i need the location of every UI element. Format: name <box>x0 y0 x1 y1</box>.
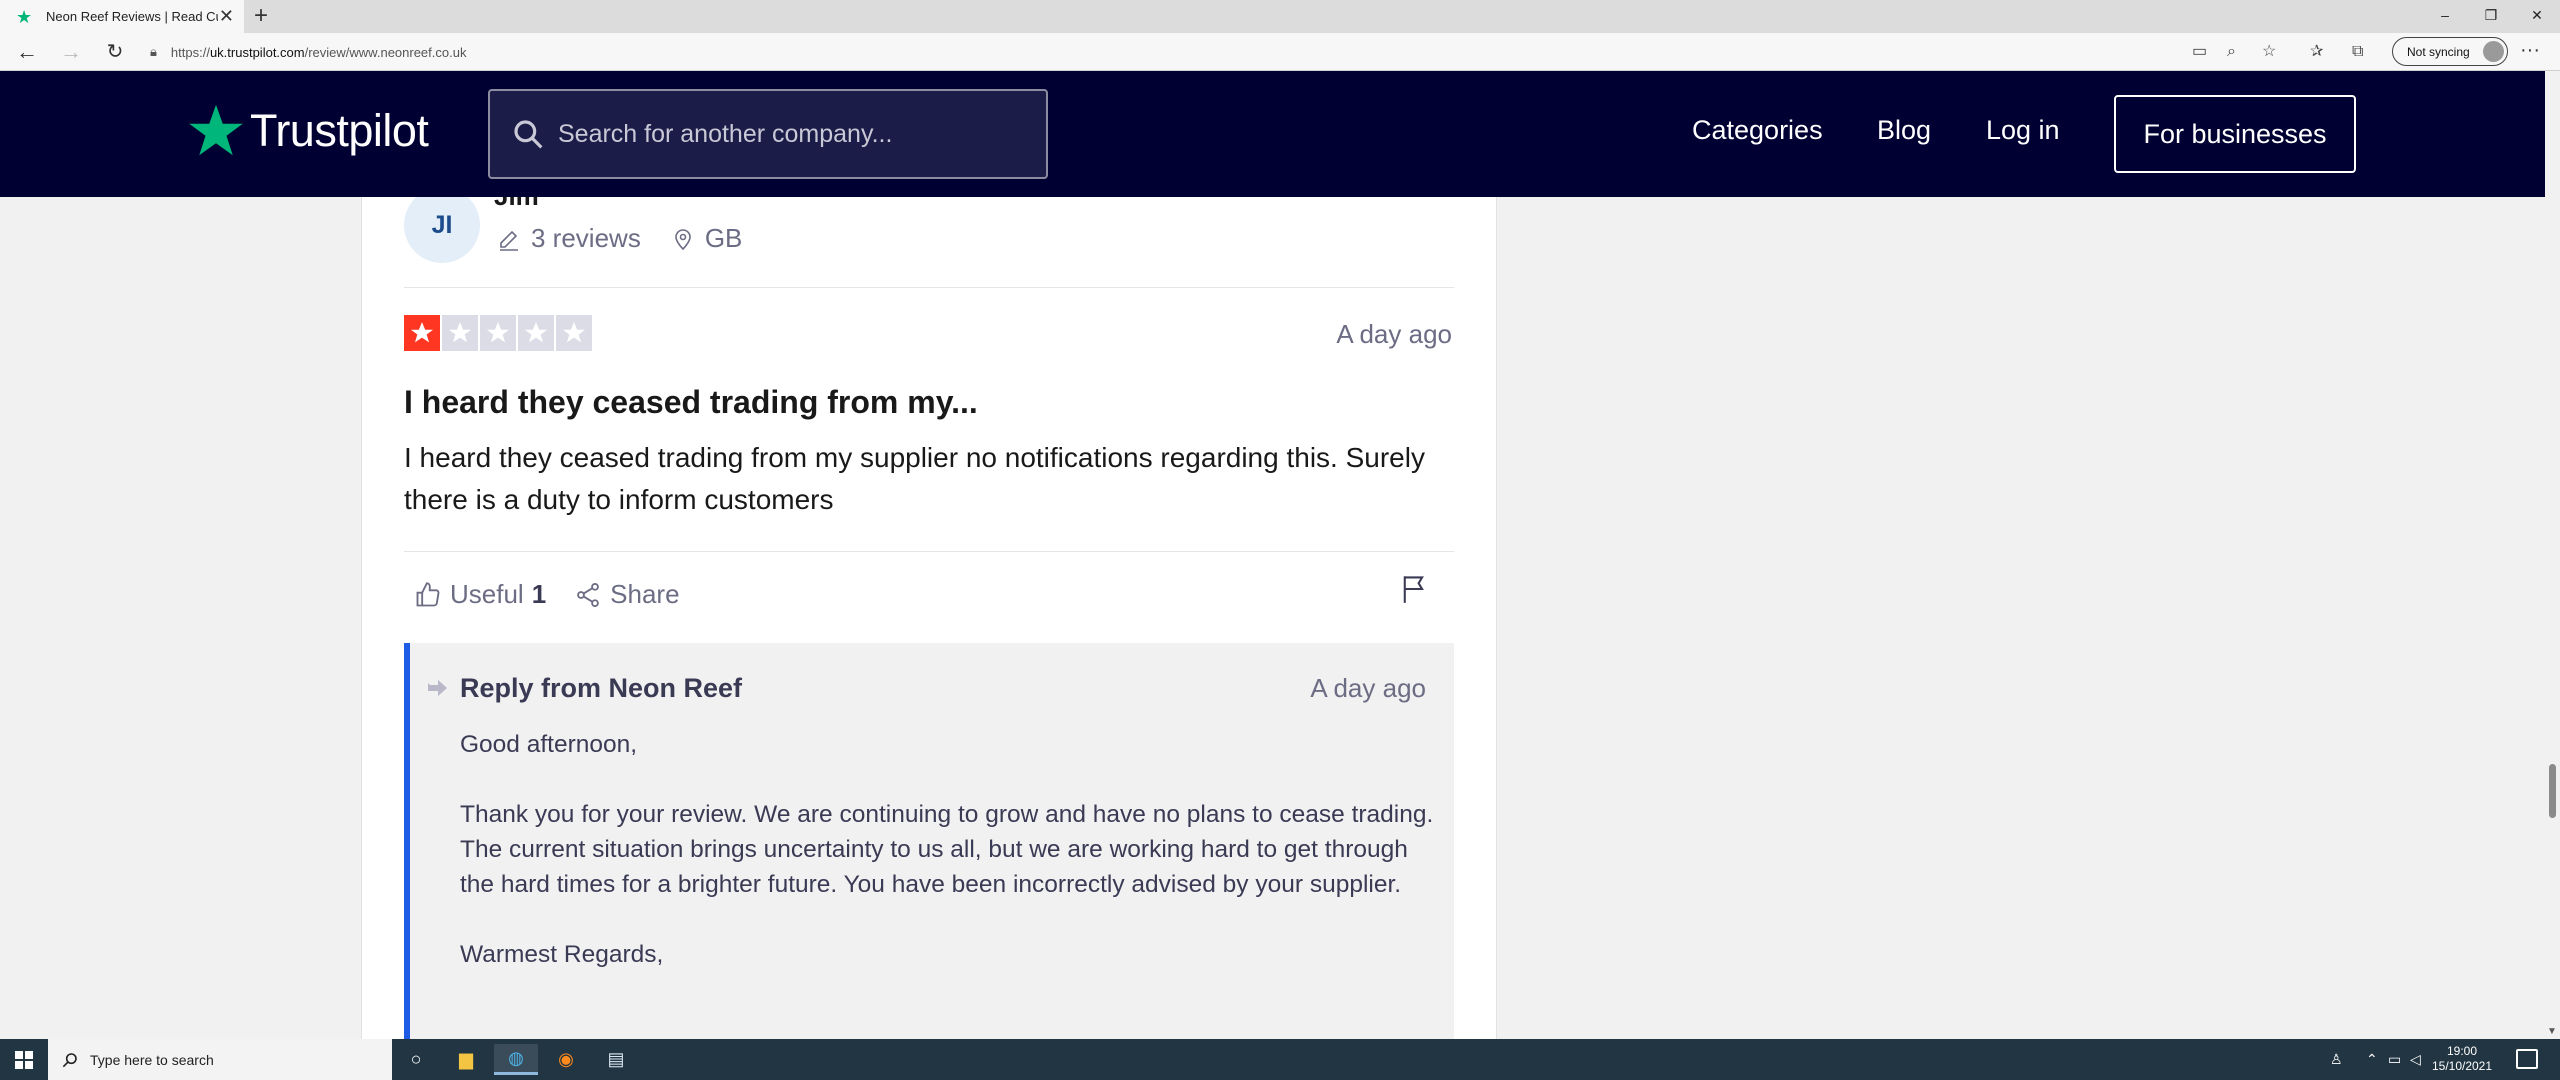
trustpilot-star-icon <box>189 104 243 156</box>
lock-icon: 🔒︎ <box>150 44 157 59</box>
useful-count: 1 <box>531 579 547 609</box>
empty-star-icon <box>442 315 478 351</box>
collections-icon[interactable]: ⧉ <box>2352 42 2363 62</box>
review-actions: Useful 1 Share <box>414 579 708 610</box>
taskbar-clock[interactable]: 19:00 15/10/2021 <box>2420 1044 2504 1074</box>
location-pin-icon <box>675 228 691 250</box>
tray-people-icon[interactable]: ♙ <box>2330 1039 2343 1080</box>
browser-toolbar: ← → ↻ 🔒︎ https://uk.trustpilot.com/revie… <box>0 33 2560 71</box>
reply-body: Good afternoon, Thank you for your revie… <box>460 731 1434 968</box>
profile-avatar <box>2483 41 2504 62</box>
cortana-icon[interactable]: ○ <box>394 1044 438 1075</box>
search-icon <box>514 120 543 149</box>
edge-browser-icon[interactable]: ◍ <box>494 1044 538 1075</box>
sync-label: Not syncing <box>2407 44 2470 59</box>
empty-star-icon <box>556 315 592 351</box>
browser-tab[interactable]: ★ Neon Reef Reviews | Read Customer Serv… <box>0 0 244 33</box>
zoom-icon[interactable]: ⌕ <box>2227 42 2236 62</box>
close-tab-icon[interactable]: ✕ <box>219 7 234 25</box>
report-flag-icon[interactable] <box>1400 574 1428 604</box>
star-rating <box>404 315 592 351</box>
minimize-window-icon[interactable]: – <box>2422 0 2468 30</box>
reply-date: A day ago <box>1310 673 1426 703</box>
review-date: A day ago <box>1336 319 1452 349</box>
review-title[interactable]: I heard they ceased trading from my... <box>404 384 978 421</box>
scroll-down-icon[interactable]: ▼ <box>2547 1026 2557 1037</box>
taskbar: Type here to search ○ ▆ ◍ ◉ ▤ ♙ ⌃ ▭ ◁ 19… <box>0 1039 2560 1080</box>
share-label: Share <box>610 579 680 609</box>
refresh-icon[interactable]: ↻ <box>100 39 130 65</box>
divider <box>404 287 1454 288</box>
reviewer-country: GB <box>704 223 743 253</box>
nav-blog[interactable]: Blog <box>1877 115 1931 146</box>
reviewer-avatar[interactable]: JI <box>404 187 480 263</box>
useful-button[interactable]: Useful 1 <box>414 579 546 610</box>
page-scrollbar[interactable]: ▼ <box>2545 71 2560 1039</box>
share-icon <box>577 582 600 607</box>
trustpilot-favicon-icon: ★ <box>16 6 33 27</box>
firefox-icon[interactable]: ◉ <box>544 1044 588 1075</box>
empty-star-icon <box>480 315 516 351</box>
notepad-icon[interactable]: ▤ <box>594 1044 638 1075</box>
new-tab-icon[interactable]: + <box>254 4 268 28</box>
url-text: https://uk.trustpilot.com/review/www.neo… <box>170 44 467 60</box>
nav-categories[interactable]: Categories <box>1692 115 1823 146</box>
company-reply: Reply from Neon Reef A day ago Good afte… <box>404 643 1454 1039</box>
taskbar-search-placeholder: Type here to search <box>90 1051 214 1068</box>
trustpilot-logo[interactable]: Trustpilot <box>186 101 429 161</box>
page-viewport: JI Jim 3 reviews GB A day ago I heard th… <box>0 71 2545 1039</box>
windows-start-button[interactable] <box>0 1039 48 1080</box>
windows-logo-icon <box>15 1050 33 1069</box>
for-businesses-button[interactable]: For businesses <box>2114 95 2356 173</box>
reply-from: Reply from Neon Reef <box>460 673 743 703</box>
close-window-icon[interactable]: ✕ <box>2514 0 2560 30</box>
clock-date: 15/10/2021 <box>2431 1059 2493 1073</box>
reader-view-icon[interactable]: ▭ <box>2192 42 2207 62</box>
pencil-icon <box>500 230 518 251</box>
divider <box>404 551 1454 552</box>
filled-star-icon <box>404 315 440 351</box>
back-icon[interactable]: ← <box>12 39 42 65</box>
address-bar[interactable]: 🔒︎ https://uk.trustpilot.com/review/www.… <box>150 38 2380 66</box>
file-explorer-icon[interactable]: ▆ <box>444 1044 488 1075</box>
tab-title: Neon Reef Reviews | Read Customer Servic… <box>46 9 218 24</box>
forward-icon[interactable]: → <box>56 39 86 65</box>
favorites-icon[interactable]: ✰ <box>2310 42 2323 62</box>
thumbs-up-icon <box>416 581 440 606</box>
review-body: I heard they ceased trading from my supp… <box>404 442 1425 515</box>
useful-label: Useful <box>450 579 524 609</box>
browser-tab-bar: ★ Neon Reef Reviews | Read Customer Serv… <box>0 0 2560 33</box>
profile-sync-button[interactable]: Not syncing <box>2392 37 2508 66</box>
company-search[interactable] <box>488 89 1048 179</box>
logo-text: Trustpilot <box>250 105 429 156</box>
scrollbar-thumb[interactable] <box>2549 764 2556 818</box>
tray-show-hidden-icon[interactable]: ⌃ <box>2366 1039 2378 1080</box>
empty-star-icon <box>518 315 554 351</box>
notifications-icon[interactable] <box>2516 1049 2538 1069</box>
clock-time: 19:00 <box>2446 1044 2478 1058</box>
taskbar-search[interactable]: Type here to search <box>48 1039 392 1080</box>
search-icon <box>62 1052 77 1067</box>
review-card: JI Jim 3 reviews GB A day ago I heard th… <box>361 71 1497 1039</box>
restore-window-icon[interactable]: ❐ <box>2468 0 2514 30</box>
tray-network-icon[interactable]: ▭ <box>2388 1039 2401 1080</box>
more-options-icon[interactable]: ··· <box>2520 39 2540 62</box>
site-header: Trustpilot Categories Blog Log in For bu… <box>0 71 2545 197</box>
search-input[interactable] <box>558 119 1038 149</box>
nav-login[interactable]: Log in <box>1986 115 2060 146</box>
add-favorite-icon[interactable]: ☆ <box>2262 42 2276 62</box>
reviewer-meta: 3 reviews GB <box>497 223 742 254</box>
reply-arrow-icon <box>428 680 447 696</box>
review-count: 3 reviews <box>531 223 641 253</box>
share-button[interactable]: Share <box>574 579 680 610</box>
